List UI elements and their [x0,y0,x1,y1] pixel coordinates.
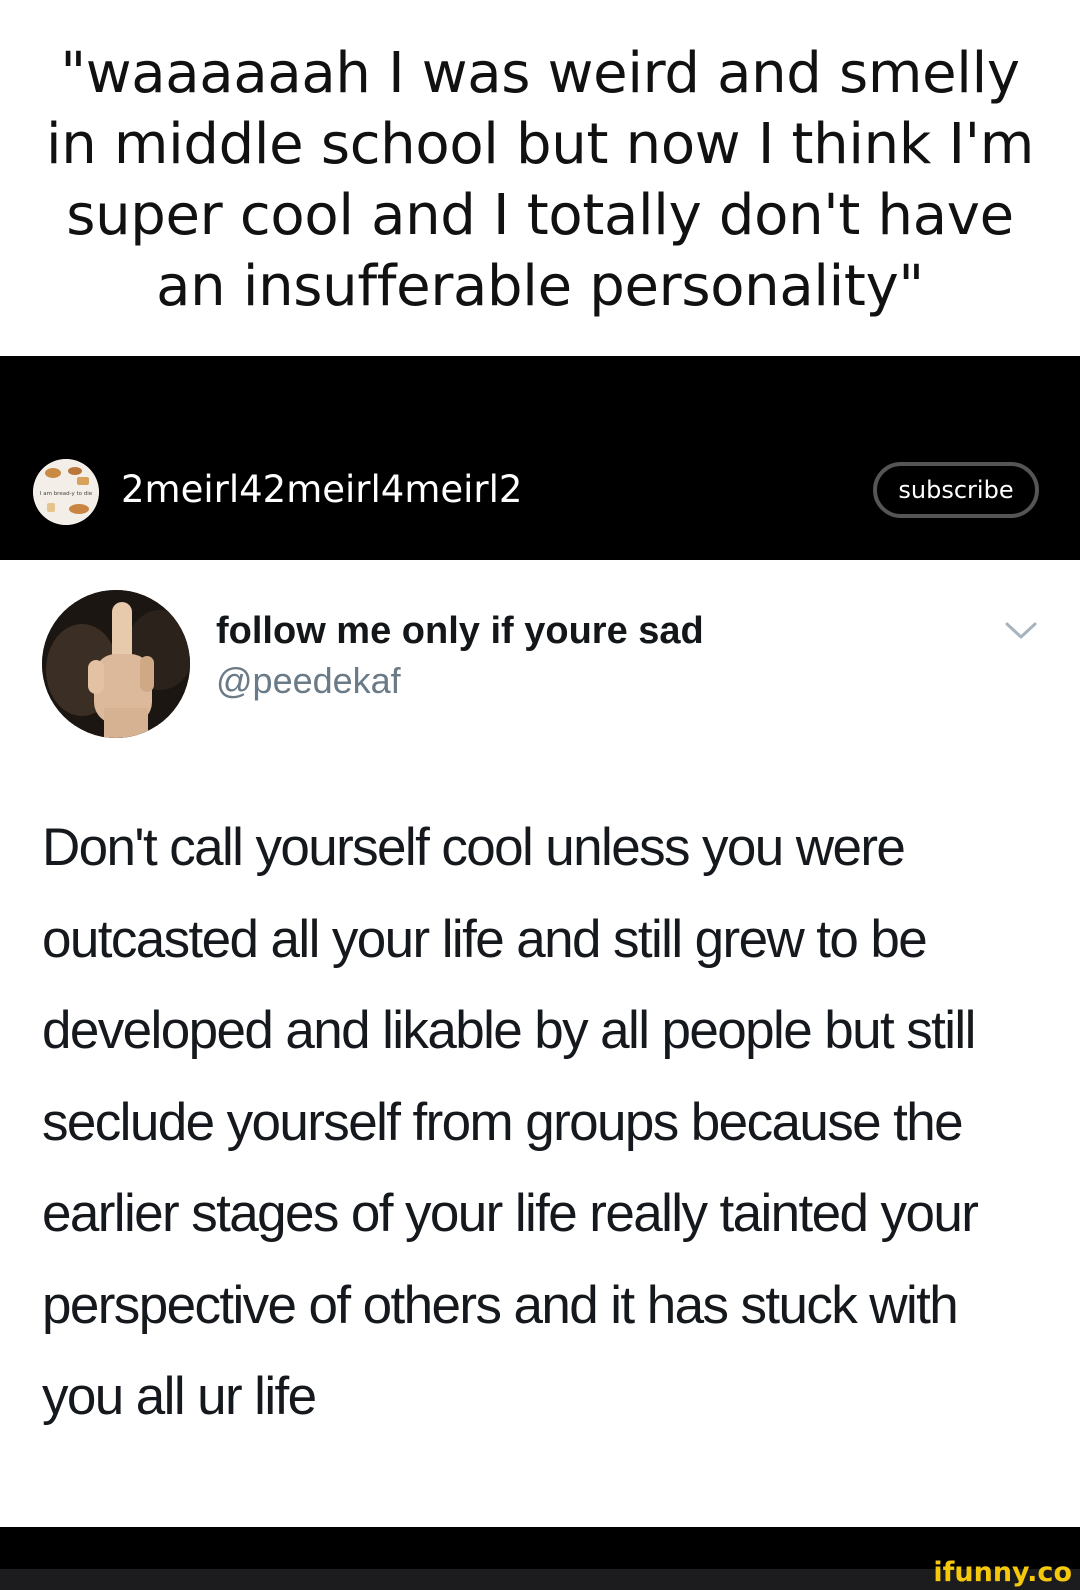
chevron-down-icon[interactable] [1003,618,1039,642]
caption-text: "waaaaaah I was weird and smelly in midd… [45,41,1035,319]
channel-avatar[interactable]: I am bread-y to die [33,459,99,525]
profile-avatar[interactable] [42,590,190,738]
tweet-text: Don't call yourself cool unless you were… [42,818,979,1426]
ifunny-watermark: ifunny.co [933,1557,1072,1588]
hand-gesture-avatar-icon [42,590,190,738]
footer-strip [0,1569,1080,1590]
tweet-card: follow me only if youre sad @peedekaf Do… [0,560,1080,1527]
footer-bar: ifunny.co [0,1527,1080,1590]
meme-caption: "waaaaaah I was weird and smelly in midd… [0,0,1080,356]
avatar-caption: I am bread-y to die [40,491,93,497]
channel-header: I am bread-y to die 2meirl42meirl4meirl2… [0,356,1080,560]
user-handle[interactable]: @peedekaf [216,660,401,702]
display-name[interactable]: follow me only if youre sad [216,610,704,653]
channel-name[interactable]: 2meirl42meirl4meirl2 [121,468,522,511]
subscribe-button[interactable]: subscribe [873,462,1039,518]
bread-avatar-icon: I am bread-y to die [33,459,99,525]
